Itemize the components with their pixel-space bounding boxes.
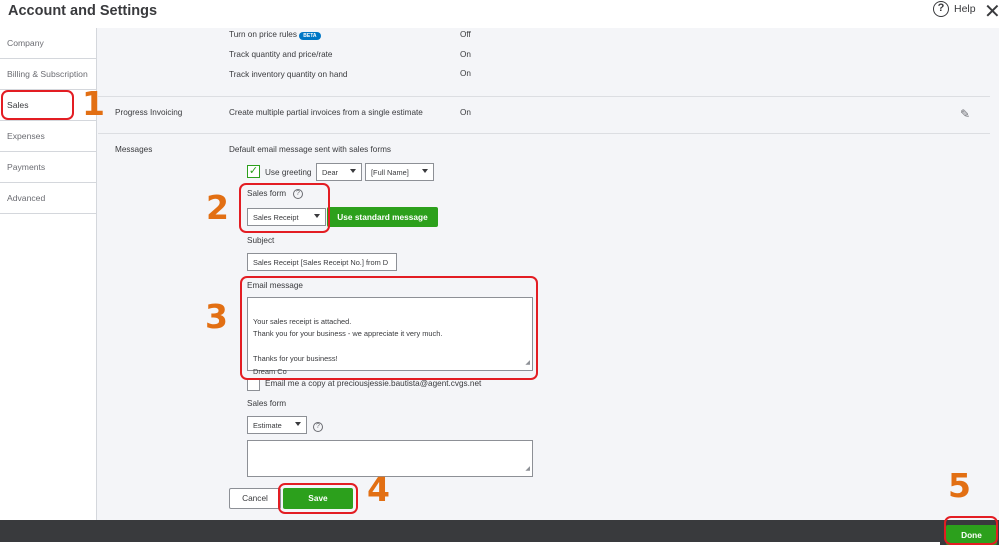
- sidebar-item-expenses[interactable]: Expenses: [0, 121, 97, 152]
- progress-invoicing-value: On: [460, 108, 471, 117]
- track-inventory-value: On: [460, 69, 471, 78]
- progress-invoicing-label: Create multiple partial invoices from a …: [229, 108, 423, 117]
- chevron-down-icon: [350, 169, 356, 173]
- name-value: [Full Name]: [371, 168, 409, 177]
- subject-label: Subject: [247, 236, 275, 245]
- price-rules-label: Turn on price rules: [229, 30, 297, 39]
- sidebar-item-company[interactable]: Company: [0, 28, 97, 59]
- edit-pencil-icon[interactable]: ✎: [960, 107, 970, 121]
- sidebar-item-advanced[interactable]: Advanced: [0, 183, 97, 214]
- track-inventory-label: Track inventory quantity on hand: [229, 70, 348, 79]
- chevron-down-icon: [295, 422, 301, 426]
- annotation-number-1: 1: [82, 84, 105, 123]
- greeting-select[interactable]: Dear: [316, 163, 362, 181]
- annotation-number-4: 4: [367, 470, 390, 509]
- sidebar-item-payments[interactable]: Payments: [0, 152, 97, 183]
- annotation-number-3: 3: [205, 297, 228, 336]
- help-icon[interactable]: ?: [933, 1, 949, 17]
- track-qty-label: Track quantity and price/rate: [229, 50, 333, 59]
- sales-form2-textarea[interactable]: ◢: [247, 440, 533, 477]
- annotation-box-save: [278, 483, 358, 514]
- beta-badge: BETA: [299, 32, 321, 40]
- annotation-box-email-message: [240, 276, 538, 380]
- name-select[interactable]: [Full Name]: [365, 163, 434, 181]
- progress-invoicing-title: Progress Invoicing: [115, 108, 183, 117]
- sales-form2-select[interactable]: Estimate: [247, 416, 307, 434]
- price-rules-row: Turn on price rules BETA: [229, 30, 321, 40]
- resize-grip-icon[interactable]: ◢: [525, 463, 530, 476]
- annotation-box-done: [944, 516, 998, 545]
- close-icon[interactable]: ✕: [984, 0, 999, 24]
- help-circle-icon[interactable]: ?: [313, 422, 323, 432]
- track-qty-value: On: [460, 50, 471, 59]
- use-greeting-checkbox[interactable]: ✓: [247, 165, 260, 178]
- footer-bar: [0, 520, 999, 545]
- annotation-box-sales-form: [239, 183, 330, 233]
- sales-form2-value: Estimate: [253, 421, 282, 430]
- help-link[interactable]: Help: [954, 3, 976, 15]
- messages-title: Messages: [115, 145, 153, 154]
- section-divider: [98, 133, 990, 134]
- check-icon: ✓: [248, 165, 259, 177]
- subject-input[interactable]: Sales Receipt [Sales Receipt No.] from D: [247, 253, 397, 271]
- section-divider: [98, 96, 990, 97]
- price-rules-value: Off: [460, 30, 471, 39]
- cancel-button[interactable]: Cancel: [229, 488, 281, 509]
- sales-form2-label: Sales form: [247, 399, 287, 408]
- annotation-box-sales: [1, 90, 74, 120]
- page-title: Account and Settings: [8, 3, 158, 19]
- use-greeting-label: Use greeting: [265, 168, 312, 177]
- use-standard-message-button[interactable]: Use standard message: [327, 207, 438, 227]
- default-email-label: Default email message sent with sales fo…: [229, 145, 391, 154]
- annotation-number-5: 5: [948, 466, 971, 505]
- chevron-down-icon: [422, 169, 428, 173]
- annotation-number-2: 2: [206, 188, 229, 227]
- email-copy-label: Email me a copy at preciousjessie.bautis…: [265, 379, 482, 388]
- greeting-value: Dear: [322, 168, 339, 177]
